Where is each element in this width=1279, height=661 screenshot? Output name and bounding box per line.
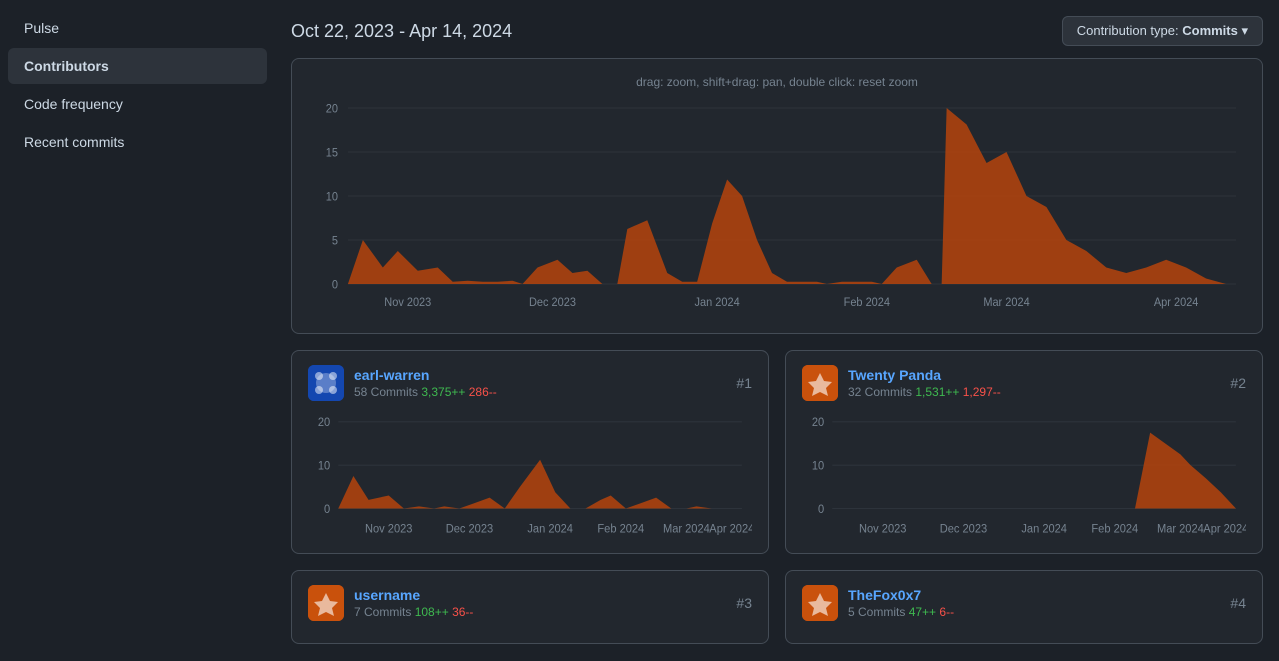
svg-text:Apr 2024: Apr 2024 <box>1154 297 1199 310</box>
main-chart-card: drag: zoom, shift+drag: pan, double clic… <box>291 58 1263 334</box>
additions-4: 47++ <box>909 605 936 619</box>
contributor-text-3: username 7 Commits 108++ 36-- <box>354 587 473 619</box>
deletions-1: 286-- <box>469 385 497 399</box>
additions-3: 108++ <box>415 605 449 619</box>
avatar-2 <box>802 365 838 401</box>
contribution-label: Contribution type: <box>1077 23 1183 38</box>
commits-4: 5 Commits <box>848 605 905 619</box>
svg-text:Dec 2023: Dec 2023 <box>529 297 576 310</box>
contributor-text-4: TheFox0x7 5 Commits 47++ 6-- <box>848 587 954 619</box>
svg-text:15: 15 <box>326 147 338 160</box>
avatar-1 <box>308 365 344 401</box>
svg-text:Jan 2024: Jan 2024 <box>695 297 741 310</box>
contribution-type: Commits <box>1182 23 1238 38</box>
commit-info-1: 58 Commits 3,375++ 286-- <box>354 385 497 399</box>
main-content: Oct 22, 2023 - Apr 14, 2024 Contribution… <box>275 0 1279 661</box>
mini-chart-svg-1: 20 10 0 Nov 2023 Dec 2023 Jan 2024 Feb 2… <box>308 411 752 541</box>
contributor-card-1: earl-warren 58 Commits 3,375++ 286-- #1 <box>291 350 769 554</box>
svg-text:10: 10 <box>318 460 330 472</box>
svg-text:20: 20 <box>812 417 824 429</box>
avatar-3 <box>308 585 344 621</box>
contributor-text-2: Twenty Panda 32 Commits 1,531++ 1,297-- <box>848 367 1001 399</box>
svg-text:Dec 2023: Dec 2023 <box>940 523 987 535</box>
main-chart-area[interactable]: 20 15 10 5 0 Nov 2023 Dec 2023 Jan 2024 … <box>308 97 1246 317</box>
deletions-3: 36-- <box>452 605 473 619</box>
svg-text:0: 0 <box>324 504 330 516</box>
svg-text:Apr 2024: Apr 2024 <box>709 523 752 535</box>
svg-text:10: 10 <box>812 460 824 472</box>
mini-chart-area-1[interactable]: 20 10 0 Nov 2023 Dec 2023 Jan 2024 Feb 2… <box>308 411 752 541</box>
svg-text:Jan 2024: Jan 2024 <box>1021 523 1067 535</box>
rank-2: #2 <box>1230 375 1246 391</box>
svg-text:10: 10 <box>326 191 338 204</box>
contributor-text-1: earl-warren 58 Commits 3,375++ 286-- <box>354 367 497 399</box>
contributor-name-4[interactable]: TheFox0x7 <box>848 587 954 603</box>
additions-2: 1,531++ <box>915 385 959 399</box>
sidebar-item-pulse[interactable]: Pulse <box>8 10 267 46</box>
svg-text:Nov 2023: Nov 2023 <box>859 523 906 535</box>
svg-text:Mar 2024: Mar 2024 <box>983 297 1030 310</box>
svg-text:Nov 2023: Nov 2023 <box>384 297 431 310</box>
avatar-4 <box>802 585 838 621</box>
svg-text:20: 20 <box>326 103 338 116</box>
date-range: Oct 22, 2023 - Apr 14, 2024 <box>291 21 512 42</box>
header-row: Oct 22, 2023 - Apr 14, 2024 Contribution… <box>291 0 1263 58</box>
svg-text:Mar 2024: Mar 2024 <box>1157 523 1204 535</box>
contributor-card-4: TheFox0x7 5 Commits 47++ 6-- #4 <box>785 570 1263 644</box>
contributor-card-3: username 7 Commits 108++ 36-- #3 <box>291 570 769 644</box>
svg-text:Dec 2023: Dec 2023 <box>446 523 493 535</box>
svg-text:Mar 2024: Mar 2024 <box>663 523 710 535</box>
contributor-info-2: Twenty Panda 32 Commits 1,531++ 1,297-- <box>802 365 1001 401</box>
contributor-header-2: Twenty Panda 32 Commits 1,531++ 1,297-- … <box>802 365 1246 401</box>
sidebar-item-code-frequency[interactable]: Code frequency <box>8 86 267 122</box>
chart-hint: drag: zoom, shift+drag: pan, double clic… <box>308 75 1246 89</box>
sidebar: Pulse Contributors Code frequency Recent… <box>0 0 275 661</box>
contributor-info-3: username 7 Commits 108++ 36-- <box>308 585 473 621</box>
contributor-name-2[interactable]: Twenty Panda <box>848 367 1001 383</box>
svg-text:5: 5 <box>332 235 338 248</box>
sidebar-item-recent-commits[interactable]: Recent commits <box>8 124 267 160</box>
contribution-type-button[interactable]: Contribution type: Commits ▾ <box>1062 16 1263 46</box>
additions-1: 3,375++ <box>421 385 465 399</box>
contributor-card-2: Twenty Panda 32 Commits 1,531++ 1,297-- … <box>785 350 1263 554</box>
svg-text:Nov 2023: Nov 2023 <box>365 523 412 535</box>
svg-text:0: 0 <box>818 504 824 516</box>
commit-info-2: 32 Commits 1,531++ 1,297-- <box>848 385 1001 399</box>
svg-text:Feb 2024: Feb 2024 <box>597 523 644 535</box>
commit-info-3: 7 Commits 108++ 36-- <box>354 605 473 619</box>
contributor-header-1: earl-warren 58 Commits 3,375++ 286-- #1 <box>308 365 752 401</box>
svg-text:Apr 2024: Apr 2024 <box>1203 523 1246 535</box>
commits-1: 58 Commits <box>354 385 418 399</box>
rank-4: #4 <box>1230 595 1246 611</box>
deletions-2: 1,297-- <box>963 385 1001 399</box>
svg-text:Feb 2024: Feb 2024 <box>1091 523 1138 535</box>
main-chart-svg: 20 15 10 5 0 Nov 2023 Dec 2023 Jan 2024 … <box>308 97 1246 317</box>
contributor-header-3: username 7 Commits 108++ 36-- #3 <box>308 585 752 621</box>
svg-text:0: 0 <box>332 279 338 292</box>
commit-info-4: 5 Commits 47++ 6-- <box>848 605 954 619</box>
rank-1: #1 <box>736 375 752 391</box>
svg-text:Jan 2024: Jan 2024 <box>527 523 573 535</box>
contributor-name-1[interactable]: earl-warren <box>354 367 497 383</box>
sidebar-item-contributors[interactable]: Contributors <box>8 48 267 84</box>
contributor-header-4: TheFox0x7 5 Commits 47++ 6-- #4 <box>802 585 1246 621</box>
svg-text:20: 20 <box>318 417 330 429</box>
commits-3: 7 Commits <box>354 605 411 619</box>
contributor-info-1: earl-warren 58 Commits 3,375++ 286-- <box>308 365 497 401</box>
svg-text:Feb 2024: Feb 2024 <box>844 297 891 310</box>
commits-2: 32 Commits <box>848 385 912 399</box>
contributor-info-4: TheFox0x7 5 Commits 47++ 6-- <box>802 585 954 621</box>
rank-3: #3 <box>736 595 752 611</box>
mini-chart-area-2[interactable]: 20 10 0 Nov 2023 Dec 2023 Jan 2024 Feb 2… <box>802 411 1246 541</box>
deletions-4: 6-- <box>939 605 954 619</box>
contributor-name-3[interactable]: username <box>354 587 473 603</box>
contributor-grid: earl-warren 58 Commits 3,375++ 286-- #1 <box>291 350 1263 644</box>
mini-chart-svg-2: 20 10 0 Nov 2023 Dec 2023 Jan 2024 Feb 2… <box>802 411 1246 541</box>
